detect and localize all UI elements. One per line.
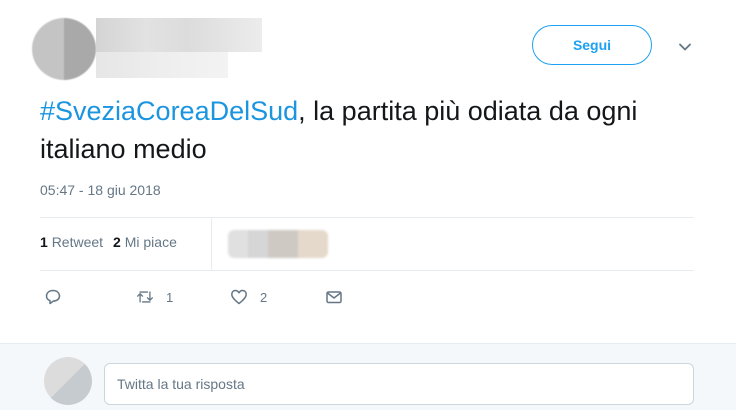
like-action[interactable]: 2 <box>230 288 267 306</box>
hashtag-link[interactable]: #SveziaCoreaDelSud <box>40 96 298 126</box>
tweet-text: #SveziaCoreaDelSud, la partita più odiat… <box>40 92 700 168</box>
stats-divider <box>211 218 212 270</box>
author-name-redacted[interactable] <box>96 18 262 52</box>
author-handle-redacted[interactable] <box>96 52 228 78</box>
follow-button-label: Segui <box>572 37 612 53</box>
tweet-actions: 1 2 <box>44 288 364 310</box>
retweet-action[interactable]: 1 <box>136 288 173 306</box>
reply-icon <box>45 289 61 305</box>
envelope-icon <box>326 291 342 304</box>
reply-placeholder: Twitta la tua risposta <box>117 376 245 392</box>
reply-action[interactable] <box>44 288 62 306</box>
dm-action[interactable] <box>325 288 343 306</box>
heart-icon <box>231 289 247 305</box>
like-count: 2 <box>260 289 268 305</box>
retweets-stat[interactable]: 1 Retweet <box>40 234 103 250</box>
follow-button[interactable]: Segui <box>532 25 652 65</box>
tweet-stats: 1 Retweet 2 Mi piace <box>40 234 177 250</box>
divider-top <box>40 217 694 218</box>
user-avatar <box>44 357 92 405</box>
likers-avatars-redacted[interactable] <box>228 230 328 258</box>
reply-input[interactable]: Twitta la tua risposta <box>104 363 694 405</box>
retweet-icon <box>136 291 154 303</box>
tweet-timestamp[interactable]: 05:47 - 18 giu 2018 <box>40 182 161 198</box>
likes-stat[interactable]: 2 Mi piace <box>113 234 177 250</box>
retweet-count: 1 <box>166 289 174 305</box>
chevron-down-icon[interactable] <box>676 38 694 56</box>
author-avatar[interactable] <box>32 18 96 80</box>
divider-bottom <box>40 270 694 271</box>
